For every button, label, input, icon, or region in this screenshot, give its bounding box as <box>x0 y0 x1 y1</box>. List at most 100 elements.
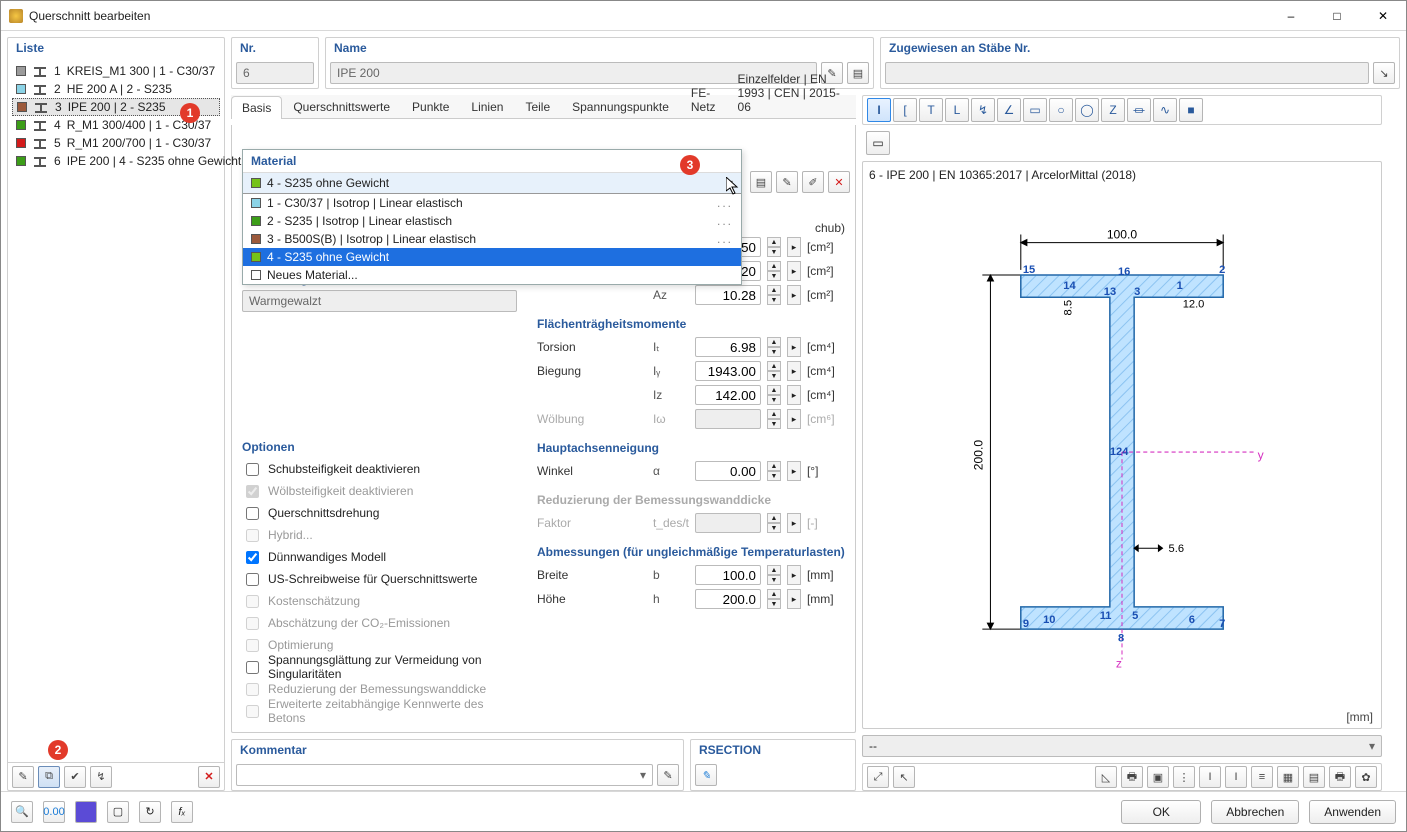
prop-arrow-button[interactable]: ▸ <box>787 261 801 281</box>
spin-buttons[interactable]: ▲▼ <box>767 565 781 585</box>
list-check-button[interactable]: ✔ <box>64 766 86 788</box>
shape-zed-button[interactable]: Z <box>1101 98 1125 122</box>
prop-arrow-button[interactable]: ▸ <box>787 285 801 305</box>
option-row[interactable]: Querschnittsdrehung <box>242 502 517 524</box>
prop-arrow-button[interactable]: ▸ <box>787 461 801 481</box>
kommentar-edit-button[interactable]: ✎ <box>657 764 679 786</box>
shape-pipe-button[interactable]: ○ <box>1049 98 1073 122</box>
tab[interactable]: Punkte <box>401 95 460 118</box>
spin-buttons[interactable]: ▲▼ <box>767 237 781 257</box>
option-checkbox[interactable] <box>246 551 259 564</box>
tab[interactable]: Linien <box>460 95 514 118</box>
shape-box-button[interactable]: ▭ <box>1023 98 1047 122</box>
spin-buttons[interactable]: ▲▼ <box>767 285 781 305</box>
option-checkbox[interactable] <box>246 573 259 586</box>
list-row[interactable]: 1 KREIS_M1 300 | 1 - C30/37 <box>12 62 220 80</box>
list-row[interactable]: 6 IPE 200 | 4 - S235 ohne Gewicht <box>12 152 220 170</box>
option-row[interactable]: Schubsteifigkeit deaktivieren <box>242 458 517 480</box>
tab[interactable]: Querschnittswerte <box>282 95 401 118</box>
prop-arrow-button[interactable]: ▸ <box>787 337 801 357</box>
tab[interactable]: Einzelfelder | EN 1993 | CEN | 2015-06 <box>727 67 856 118</box>
preview-6-icon[interactable]: ▤ <box>1303 766 1325 788</box>
preview-print-icon[interactable]: 🖶 <box>1121 766 1143 788</box>
close-button[interactable]: ✕ <box>1360 1 1406 31</box>
preview-1-icon[interactable]: ▣ <box>1147 766 1169 788</box>
list-delete-button[interactable]: ✕ <box>198 766 220 788</box>
spin-buttons[interactable]: ▲▼ <box>767 261 781 281</box>
preview-3-icon[interactable]: I <box>1199 766 1221 788</box>
preview-4-icon[interactable]: I <box>1225 766 1247 788</box>
nr-input[interactable]: 6 <box>236 62 314 84</box>
footer-tool-4[interactable]: ▢ <box>107 801 129 823</box>
prop-input[interactable] <box>695 589 761 609</box>
shape-oval-button[interactable]: ◯ <box>1075 98 1099 122</box>
option-row[interactable]: Dünnwandiges Modell <box>242 546 517 568</box>
prop-input[interactable] <box>695 385 761 405</box>
tab[interactable]: FE-Netz <box>680 81 727 118</box>
footer-tool-2[interactable]: 0.00 <box>43 801 65 823</box>
preview-cursor-button[interactable]: ↖ <box>893 766 915 788</box>
footer-tool-5[interactable]: ↻ <box>139 801 161 823</box>
footer-tool-1[interactable]: 🔍 <box>11 801 33 823</box>
prop-arrow-button[interactable]: ▸ <box>787 385 801 405</box>
prop-arrow-button[interactable]: ▸ <box>787 589 801 609</box>
preview-zoom-button[interactable]: ⤢ <box>867 766 889 788</box>
option-checkbox[interactable] <box>246 507 259 520</box>
shape-l-button[interactable]: L <box>945 98 969 122</box>
material-option[interactable]: Neues Material... <box>243 266 741 284</box>
prop-arrow-button[interactable]: ▸ <box>787 361 801 381</box>
shape-angle-button[interactable]: ∠ <box>997 98 1021 122</box>
material-delete-button[interactable]: ✕ <box>828 171 850 193</box>
shape-i-button[interactable]: I <box>867 98 891 122</box>
preview-grid-icon[interactable]: ▦ <box>1277 766 1299 788</box>
prop-input[interactable] <box>695 565 761 585</box>
spin-buttons[interactable]: ▲▼ <box>767 361 781 381</box>
list-copy-button[interactable]: ⧉ <box>38 766 60 788</box>
spin-buttons[interactable]: ▲▼ <box>767 337 781 357</box>
ok-button[interactable]: OK <box>1121 800 1201 824</box>
prop-input[interactable] <box>695 285 761 305</box>
prop-arrow-button[interactable]: ▸ <box>787 565 801 585</box>
shape-rail-button[interactable]: ⏛ <box>1127 98 1151 122</box>
cancel-button[interactable]: Abbrechen <box>1211 800 1299 824</box>
shape-z-button[interactable]: ↯ <box>971 98 995 122</box>
material-new-button[interactable]: ✎ <box>776 171 798 193</box>
option-row[interactable]: US-Schreibweise für Querschnittswerte <box>242 568 517 590</box>
shape-c-button[interactable]: [ <box>893 98 917 122</box>
footer-tool-3[interactable] <box>75 801 97 823</box>
preview-axes-icon[interactable]: ◺ <box>1095 766 1117 788</box>
list-tree-button[interactable]: ↯ <box>90 766 112 788</box>
tab[interactable]: Teile <box>514 95 561 118</box>
shape-wave-button[interactable]: ∿ <box>1153 98 1177 122</box>
preview-combo[interactable]: -- <box>862 735 1382 757</box>
tab[interactable]: Basis <box>231 96 282 119</box>
preview-printer-icon[interactable]: 🖶 <box>1329 766 1351 788</box>
prop-arrow-button[interactable]: ▸ <box>787 237 801 257</box>
spin-buttons[interactable]: ▲▼ <box>767 385 781 405</box>
material-selected-row[interactable]: 4 - S235 ohne Gewicht ▾ <box>243 173 741 193</box>
footer-tool-6[interactable]: fₓ <box>171 801 193 823</box>
maximize-button[interactable]: □ <box>1314 1 1360 31</box>
section-list[interactable]: 1 KREIS_M1 300 | 1 - C30/37 2 HE 200 A |… <box>8 58 224 762</box>
material-option[interactable]: 4 - S235 ohne Gewicht <box>243 248 741 266</box>
prop-input[interactable] <box>695 337 761 357</box>
spin-buttons[interactable]: ▲▼ <box>767 461 781 481</box>
material-option[interactable]: 3 - B500S(B) | Isotrop | Linear elastisc… <box>243 230 741 248</box>
preview-5-icon[interactable]: ≡ <box>1251 766 1273 788</box>
tab[interactable]: Spannungspunkte <box>561 95 680 118</box>
list-new-button[interactable]: ✎ <box>12 766 34 788</box>
shape-t-button[interactable]: T <box>919 98 943 122</box>
assigned-pick-button[interactable]: ↘ <box>1373 62 1395 84</box>
herstellung-input[interactable]: Warmgewalzt <box>242 290 517 312</box>
material-library-button[interactable]: ▤ <box>750 171 772 193</box>
kommentar-combo[interactable] <box>236 764 653 786</box>
material-edit-button[interactable]: ✐ <box>802 171 824 193</box>
shape-dot-button[interactable]: ■ <box>1179 98 1203 122</box>
preview-settings-icon[interactable]: ✿ <box>1355 766 1377 788</box>
list-row[interactable]: 5 R_M1 200/700 | 1 - C30/37 <box>12 134 220 152</box>
minimize-button[interactable]: – <box>1268 1 1314 31</box>
preview-2-icon[interactable]: ⋮ <box>1173 766 1195 788</box>
material-option[interactable]: 2 - S235 | Isotrop | Linear elastisch ..… <box>243 212 741 230</box>
option-checkbox[interactable] <box>246 463 259 476</box>
rsection-button[interactable]: ✎ <box>695 764 717 786</box>
